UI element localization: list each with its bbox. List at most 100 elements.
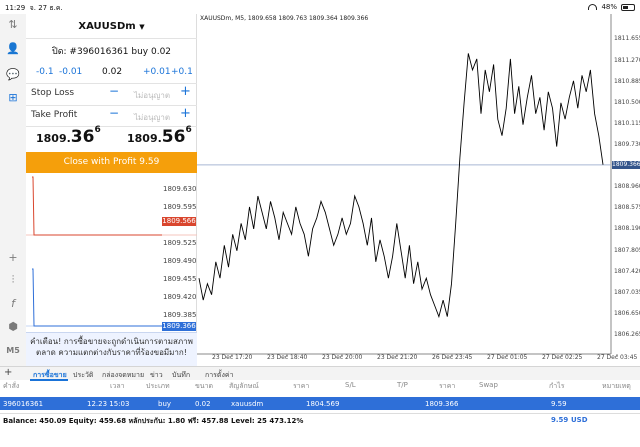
indicators-icon[interactable]: ⫶ [5,272,21,288]
mini-tick-label: 1809.525 [163,239,197,247]
close-with-profit-button[interactable]: Close with Profit 9.59 [26,152,197,173]
footer-spacer [0,427,640,447]
volume-plus-0.1[interactable]: +0.1 [171,67,193,77]
new-order-icon[interactable]: ⊞ [5,89,21,105]
trade-panel: XAUUSDm ▼ ปิด: #396016361 buy 0.02 -0.1 … [26,14,197,366]
mini-tick-label: 1809.420 [163,293,197,301]
x-tick-label: 23 Dec 17:20 [212,354,253,361]
mini-tick-label: 1809.595 [163,203,197,211]
stop-loss-field[interactable]: ไม่อนุญาต [134,89,170,102]
header-type: ประเภท [146,382,170,390]
tab-mailbox[interactable]: กล่องจดหมาย [102,370,144,381]
total-profit: 9.59 [551,416,569,424]
add-icon[interactable]: + [4,367,12,378]
left-toolbar: ⇅ 👤 💬 ⊞ + ⫶ f ⬢ M5 [0,14,26,366]
header-order: คำสั่ง [3,382,20,390]
mini-tick-chart [26,176,197,327]
x-tick-label: 23 Dec 20:00 [322,354,363,361]
currency-label: USD [571,416,588,424]
warning-banner: คำเตือน! การซื้อขายจะถูกดำเนินการตามสภาพ… [26,332,197,366]
row-size: 0.02 [195,400,211,408]
take-profit-plus-icon[interactable]: + [180,106,191,121]
x-tick-label: 27 Dec 02:25 [542,354,583,361]
battery-percent: 48% [601,3,617,11]
wifi-icon [588,4,598,10]
y-tick-label: 1808.960 [614,183,640,191]
mini-tick-label: 1809.490 [163,257,197,265]
objects-icon[interactable]: ⬢ [5,318,21,334]
header-comment: หมายเหตุ [602,382,631,390]
battery-icon [621,3,635,11]
volume-minus-0.1[interactable]: -0.1 [36,67,54,77]
y-tick-label: 1806.265 [614,330,640,338]
symbol-selector[interactable]: XAUUSDm ▼ [26,21,197,32]
stop-loss-minus-icon[interactable]: − [109,84,119,98]
status-bar: 11:29 จ. 27 ธ.ค. 48% [0,0,640,14]
y-tick-label: 1807.805 [614,246,640,254]
bid-price: 1809.366 [36,125,101,147]
bid-price-tag: 1809.366 [162,322,196,331]
row-type: buy [158,400,172,408]
take-profit-field[interactable]: ไม่อนุญาต [134,111,170,124]
price-chart[interactable]: XAUUSDm, M5, 1809.658 1809.763 1809.364 … [197,14,640,366]
mini-tick-label: 1809.630 [163,185,197,193]
x-tick-label: 26 Dec 23:45 [432,354,473,361]
y-tick-label: 1808.190 [614,225,640,233]
account-summary: Balance: 450.09 Equity: 459.68 หลักประกั… [3,417,304,425]
volume-plus-0.01[interactable]: +0.01 [143,67,171,77]
stop-loss-plus-icon[interactable]: + [180,84,191,99]
header-symbol: สัญลักษณ์ [229,382,259,390]
ask-tick-line [32,176,162,236]
header-price: ราคา [293,382,310,390]
header-time: เวลา [110,382,125,390]
current-price-tag: 1809.366 [612,160,640,169]
x-tick-label: 23 Dec 18:40 [267,354,308,361]
header-size: ขนาด [195,382,214,390]
bid-tick-line [32,268,162,327]
volume-value[interactable]: 0.02 [102,67,122,77]
function-icon[interactable]: f [5,295,21,311]
header-swap: Swap [479,381,498,389]
row-order: 396016361 [3,400,44,408]
take-profit-label: Take Profit [31,110,78,120]
row-current-price: 1809.366 [425,400,459,408]
y-tick-label: 1810.115 [614,119,640,127]
tab-journal[interactable]: บันทึก [172,370,190,381]
timeframe-button[interactable]: M5 [5,342,21,358]
row-symbol: xauusdm [231,400,264,408]
price-series-line [198,53,604,319]
header-current-price: ราคา [439,382,456,390]
status-time: 11:29 [5,4,26,12]
chevron-down-icon: ▼ [139,23,145,31]
y-tick-label: 1810.885 [614,77,640,85]
row-open-price: 1804.569 [306,400,340,408]
header-tp: T/P [397,381,408,389]
bottom-tabs: + การซื้อขาย ประวัติ กล่องจดหมาย ข่าว บั… [0,366,640,381]
active-tab-indicator [30,379,68,381]
take-profit-minus-icon[interactable]: − [109,106,119,120]
y-tick-label: 1810.500 [614,98,640,106]
tab-settings[interactable]: การตั้งค่า [205,370,234,381]
ask-price: 1809.566 [127,125,192,147]
ask-price-tag: 1809.566 [162,217,196,226]
position-title: ปิด: #396016361 buy 0.02 [51,47,172,57]
y-tick-label: 1806.650 [614,309,640,317]
row-profit: 9.59 [551,400,567,408]
y-tick-label: 1807.420 [614,267,640,275]
row-time: 12.23 15:03 [87,400,130,408]
x-tick-label: 27 Dec 01:05 [487,354,528,361]
tab-history[interactable]: ประวัติ [73,370,93,381]
quotes-icon[interactable]: ⇅ [5,16,21,32]
chart-canvas [197,14,618,357]
volume-minus-0.01[interactable]: -0.01 [59,67,82,77]
header-profit: กำไร [549,382,565,390]
y-tick-label: 1811.270 [614,56,640,64]
crosshair-icon[interactable]: + [5,249,21,265]
chat-icon[interactable]: 💬 [5,66,21,82]
accounts-icon[interactable]: 👤 [5,40,21,56]
tab-news[interactable]: ข่าว [150,370,163,381]
y-tick-label: 1809.730 [614,140,640,148]
mini-tick-label: 1809.455 [163,275,197,283]
y-tick-label: 1811.655 [614,35,640,43]
y-tick-label: 1808.575 [614,204,640,212]
